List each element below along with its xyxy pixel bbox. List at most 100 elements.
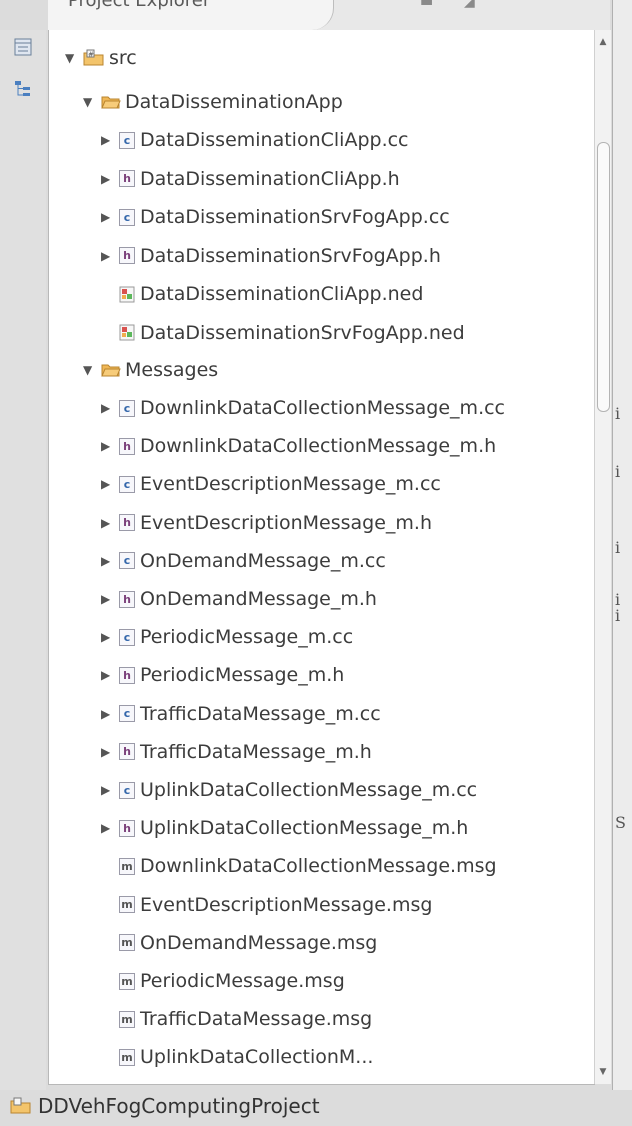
ned-file-icon: [119, 324, 135, 341]
tree-row-file[interactable]: ▶ c DownlinkDataCollectionMessage_m.cc: [101, 391, 505, 425]
header-file-icon: h: [119, 514, 135, 532]
triangle-right-icon[interactable]: ▶: [101, 592, 119, 606]
tree-row-file[interactable]: ▶ c DataDisseminationCliApp.cc: [101, 123, 409, 157]
triangle-right-icon[interactable]: ▶: [101, 821, 119, 835]
right-panel-text: i: [615, 538, 621, 557]
tree-row-file[interactable]: m EventDescriptionMessage.msg: [101, 888, 432, 922]
triangle-right-icon[interactable]: ▶: [101, 745, 119, 759]
triangle-right-icon[interactable]: ▶: [101, 439, 119, 453]
triangle-down-icon[interactable]: ▼: [83, 363, 101, 377]
right-panel-text: i: [615, 462, 621, 481]
header-file-icon: h: [119, 819, 135, 837]
project-explorer-tab-label: Project Explorer: [68, 0, 211, 11]
msg-file-icon: m: [119, 1010, 135, 1028]
tree-row-file[interactable]: m DownlinkDataCollectionMessage.msg: [101, 849, 497, 883]
tree-row-folder-datadissemination[interactable]: ▼ DataDisseminationApp: [83, 85, 343, 119]
tree-row-file[interactable]: DataDisseminationSrvFogApp.ned: [101, 316, 465, 350]
header-file-icon: h: [119, 170, 135, 187]
tree-item-label: UplinkDataCollectionMessage_m.cc: [140, 779, 478, 801]
tree-row-file[interactable]: ▶ h DownlinkDataCollectionMessage_m.h: [101, 429, 496, 463]
tree-row-src[interactable]: ▼ # src: [65, 41, 137, 75]
tree-row-file[interactable]: ▶ c OnDemandMessage_m.cc: [101, 544, 386, 578]
triangle-right-icon[interactable]: ▶: [101, 783, 119, 797]
tree-row-file[interactable]: ▶ h TrafficDataMessage_m.h: [101, 735, 372, 769]
c-source-file-icon: c: [119, 131, 135, 149]
header-file-icon: h: [119, 666, 135, 684]
tree-row-file[interactable]: ▶ c DataDisseminationSrvFogApp.cc: [101, 200, 450, 234]
tree-row-file[interactable]: m PeriodicMessage.msg: [101, 964, 345, 998]
ned-file-icon: [119, 286, 135, 303]
collapse-all-icon[interactable]: ◢: [464, 0, 475, 10]
header-file-icon: h: [119, 247, 135, 264]
right-editor-panel: i i i i i S: [612, 0, 632, 1090]
outline-view-icon[interactable]: [14, 38, 32, 56]
status-project-name: DDVehFogComputingProject: [38, 1094, 320, 1118]
tree-row-folder-messages[interactable]: ▼ Messages: [83, 353, 218, 387]
tree-item-label: PeriodicMessage.msg: [140, 970, 345, 992]
right-panel-text: i: [615, 404, 621, 423]
triangle-right-icon[interactable]: ▶: [101, 172, 119, 186]
tree-item-label: DataDisseminationSrvFogApp.h: [140, 244, 441, 267]
triangle-right-icon[interactable]: ▶: [101, 630, 119, 644]
tree-vertical-scrollbar[interactable]: ▲ ▼: [594, 30, 611, 1084]
triangle-right-icon[interactable]: ▶: [101, 210, 119, 224]
triangle-right-icon[interactable]: ▶: [101, 249, 119, 263]
msg-file-icon: m: [119, 857, 135, 875]
tree-row-file[interactable]: ▶ h UplinkDataCollectionMessage_m.h: [101, 811, 468, 845]
svg-text:#: #: [88, 51, 94, 59]
tree-row-file[interactable]: m UplinkDataCollectionM...: [101, 1040, 373, 1074]
tree-row-file[interactable]: ▶ c TrafficDataMessage_m.cc: [101, 697, 381, 731]
status-bar: DDVehFogComputingProject: [0, 1090, 632, 1126]
project-explorer-tab[interactable]: Project Explorer: [48, 0, 334, 30]
scrollbar-thumb[interactable]: [597, 142, 610, 412]
tree-item-label: DataDisseminationApp: [125, 91, 343, 113]
scroll-down-arrow-icon[interactable]: ▼: [595, 1064, 611, 1080]
c-source-file-icon: c: [119, 552, 135, 570]
tree-item-label: OnDemandMessage_m.h: [140, 588, 377, 610]
tree-row-file[interactable]: ▶ h DataDisseminationCliApp.h: [101, 162, 400, 196]
tree-item-label: EventDescriptionMessage_m.h: [140, 511, 433, 534]
tree-row-file[interactable]: ▶ c PeriodicMessage_m.cc: [101, 620, 353, 654]
tree-item-label: EventDescriptionMessage_m.cc: [140, 473, 441, 496]
triangle-down-icon[interactable]: ▼: [83, 95, 101, 109]
minimize-icon[interactable]: ▬: [420, 0, 433, 10]
msg-file-icon: m: [119, 1048, 135, 1066]
tree-item-label: DataDisseminationCliApp.h: [140, 167, 400, 190]
tree-row-file[interactable]: DataDisseminationCliApp.ned: [101, 277, 423, 311]
triangle-right-icon[interactable]: ▶: [101, 707, 119, 721]
triangle-right-icon[interactable]: ▶: [101, 668, 119, 682]
right-panel-text: i: [615, 606, 621, 625]
triangle-right-icon[interactable]: ▶: [101, 133, 119, 147]
tree-row-file[interactable]: ▶ c EventDescriptionMessage_m.cc: [101, 467, 441, 501]
tree-item-label: EventDescriptionMessage.msg: [140, 893, 433, 916]
triangle-right-icon[interactable]: ▶: [101, 516, 119, 530]
tree-row-file[interactable]: ▶ h DataDisseminationSrvFogApp.h: [101, 239, 441, 273]
header-file-icon: h: [119, 437, 135, 455]
msg-file-icon: m: [119, 934, 135, 952]
status-project: DDVehFogComputingProject: [10, 1094, 320, 1118]
triangle-down-icon[interactable]: ▼: [65, 51, 83, 65]
tree-row-file[interactable]: m TrafficDataMessage.msg: [101, 1002, 372, 1036]
tree-item-label: PeriodicMessage_m.h: [140, 664, 345, 687]
tree-row-file[interactable]: ▶ c UplinkDataCollectionMessage_m.cc: [101, 773, 477, 807]
tree-row-file[interactable]: ▶ h PeriodicMessage_m.h: [101, 658, 344, 692]
triangle-right-icon[interactable]: ▶: [101, 401, 119, 415]
tree-row-file[interactable]: ▶ h OnDemandMessage_m.h: [101, 582, 377, 616]
tree-row-file[interactable]: ▶ h EventDescriptionMessage_m.h: [101, 506, 432, 540]
c-source-file-icon: c: [119, 208, 135, 226]
tree-item-label: PeriodicMessage_m.cc: [140, 626, 354, 649]
scroll-up-arrow-icon[interactable]: ▲: [595, 34, 611, 50]
tree-item-label: src: [109, 47, 137, 69]
tree-item-label: TrafficDataMessage_m.h: [140, 740, 372, 763]
tree-item-label: TrafficDataMessage.msg: [140, 1008, 373, 1031]
folder-open-icon: [101, 96, 121, 109]
msg-file-icon: m: [119, 972, 135, 990]
left-toolbar: [0, 30, 46, 1090]
project-explorer-tree[interactable]: ▼ # src ▼ DataDisseminationApp ▶ c DataDis…: [48, 30, 595, 1085]
triangle-right-icon[interactable]: ▶: [101, 554, 119, 568]
c-source-file-icon: c: [119, 781, 135, 799]
tree-row-file[interactable]: m OnDemandMessage.msg: [101, 926, 377, 960]
hierarchy-view-icon[interactable]: [14, 80, 32, 98]
triangle-right-icon[interactable]: ▶: [101, 477, 119, 491]
tree-item-label: Messages: [125, 359, 219, 381]
